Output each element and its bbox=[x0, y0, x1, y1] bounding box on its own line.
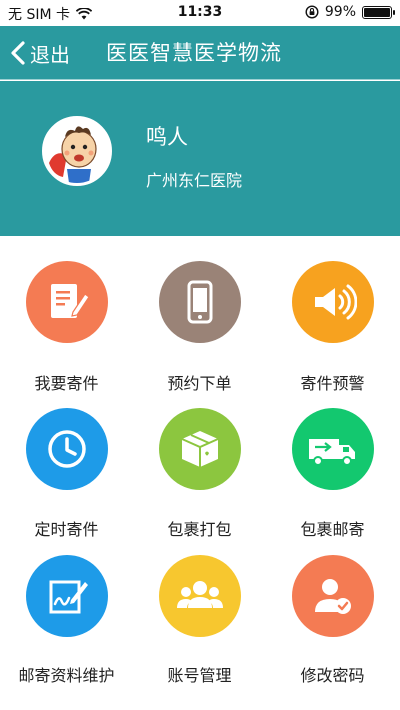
user-organization: 广州东仁医院 bbox=[146, 171, 243, 190]
menu-item-circle bbox=[159, 555, 241, 637]
menu-item-change-password[interactable]: 修改密码 bbox=[266, 531, 399, 685]
user-name: 鸣人 bbox=[146, 125, 188, 149]
nav-bar: 退出 医医智慧医学物流 bbox=[0, 26, 400, 80]
menu-item-label: 修改密码 bbox=[300, 666, 365, 685]
menu-item-label: 邮寄资料维护 bbox=[18, 666, 115, 685]
profile-header: 鸣人 广州东仁医院 bbox=[0, 81, 400, 236]
menu-item-send-package[interactable]: 我要寄件 bbox=[0, 236, 133, 393]
menu-item-circle bbox=[26, 408, 108, 490]
menu-item-send-alert[interactable]: 寄件预警 bbox=[266, 236, 399, 393]
mobile-phone-icon bbox=[187, 280, 213, 324]
menu-grid: 我要寄件 预约下单 寄件预警 定时寄件 包裹打包 包裹邮寄 邮寄资料维护 账号管… bbox=[0, 236, 400, 710]
battery-icon bbox=[362, 5, 395, 19]
menu-item-circle bbox=[292, 408, 374, 490]
user-group-icon bbox=[177, 581, 223, 608]
menu-item-circle bbox=[159, 408, 241, 490]
menu-item-circle bbox=[26, 261, 108, 343]
avatar[interactable] bbox=[42, 116, 112, 186]
user-check-icon bbox=[315, 579, 351, 614]
edit-document-icon bbox=[51, 284, 90, 318]
speaker-alert-icon bbox=[315, 284, 357, 320]
menu-item-circle bbox=[292, 555, 374, 637]
menu-item-package-packing[interactable]: 包裹打包 bbox=[133, 384, 266, 539]
back-button[interactable]: 退出 bbox=[10, 38, 70, 68]
status-bar: 无 SIM 卡 11:33 99% bbox=[0, 0, 400, 26]
battery-level bbox=[364, 7, 390, 17]
menu-item-mailing-info[interactable]: 邮寄资料维护 bbox=[0, 531, 133, 685]
package-box-icon bbox=[181, 431, 219, 467]
cartoon-avatar-icon bbox=[45, 119, 109, 183]
clock-icon bbox=[48, 430, 86, 468]
menu-item-circle bbox=[292, 261, 374, 343]
menu-item-circle bbox=[26, 555, 108, 637]
menu-item-package-mailing[interactable]: 包裹邮寄 bbox=[266, 384, 399, 539]
battery-percent: 99% bbox=[324, 4, 356, 20]
orientation-lock-icon bbox=[305, 5, 319, 19]
back-label: 退出 bbox=[30, 42, 70, 67]
page-title: 医医智慧医学物流 bbox=[106, 41, 282, 65]
chevron-left-icon bbox=[11, 41, 25, 65]
menu-item-label: 账号管理 bbox=[167, 666, 232, 685]
signature-edit-icon bbox=[49, 580, 88, 614]
delivery-truck-icon bbox=[309, 439, 355, 466]
menu-item-circle bbox=[159, 261, 241, 343]
menu-item-book-order[interactable]: 预约下单 bbox=[133, 236, 266, 393]
status-right: 99% bbox=[305, 4, 395, 20]
menu-item-scheduled-send[interactable]: 定时寄件 bbox=[0, 384, 133, 539]
menu-item-account-management[interactable]: 账号管理 bbox=[133, 531, 266, 685]
